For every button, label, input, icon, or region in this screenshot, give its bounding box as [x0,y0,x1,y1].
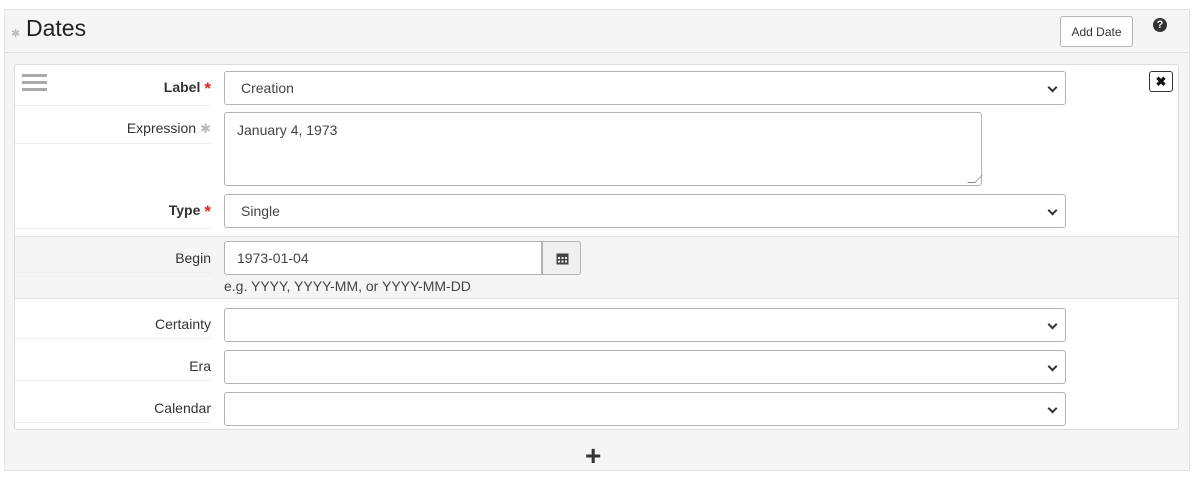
calendar-field-label: Calendar [15,400,211,423]
expression-field-label: Expression ✱ [15,120,211,144]
add-date-button[interactable]: Add Date [1060,16,1133,47]
type-select[interactable]: Single [224,194,1066,228]
optional-asterisk-icon: ✱ [200,121,211,136]
add-subrecord-plus-icon[interactable]: + [585,442,601,470]
resize-grip-icon[interactable] [967,175,983,183]
date-subrecord: ✖ Label * Creation Expression ✱ January 4,… [14,64,1179,430]
begin-format-hint: e.g. YYYY, YYYY-MM, or YYYY-MM-DD [224,278,471,294]
certainty-field-label: Certainty [15,316,211,339]
era-field-label: Era [15,358,211,381]
label-row: Label * Creation [15,71,1178,106]
section-header: ✱ Dates Add Date ? [5,10,1189,53]
help-icon[interactable]: ? [1153,18,1167,32]
begin-date-input[interactable]: 1973-01-04 [224,241,542,275]
begin-row: Begin 1973-01-04 e.g. YYYY, YYYY-MM, or … [15,236,1178,299]
label-field-label: Label * [15,79,211,106]
required-asterisk-icon: * [204,202,211,221]
certainty-select[interactable] [224,308,1066,342]
era-select[interactable] [224,350,1066,384]
calendar-button[interactable] [542,241,581,275]
expression-value: January 4, 1973 [237,122,338,138]
section-title: Dates [26,15,87,41]
begin-field-label: Begin [15,250,211,273]
calendar-select[interactable] [224,392,1066,426]
type-field-label: Type * [15,202,211,229]
dates-section: ✱ Dates Add Date ? ✖ Label * Creation Exp… [4,9,1190,471]
expression-textarea[interactable]: January 4, 1973 [224,112,983,186]
collapse-icon[interactable]: ✱ [11,27,20,40]
required-asterisk-icon: * [204,79,211,98]
calendar-icon [556,253,569,265]
label-select[interactable]: Creation [224,71,1066,105]
